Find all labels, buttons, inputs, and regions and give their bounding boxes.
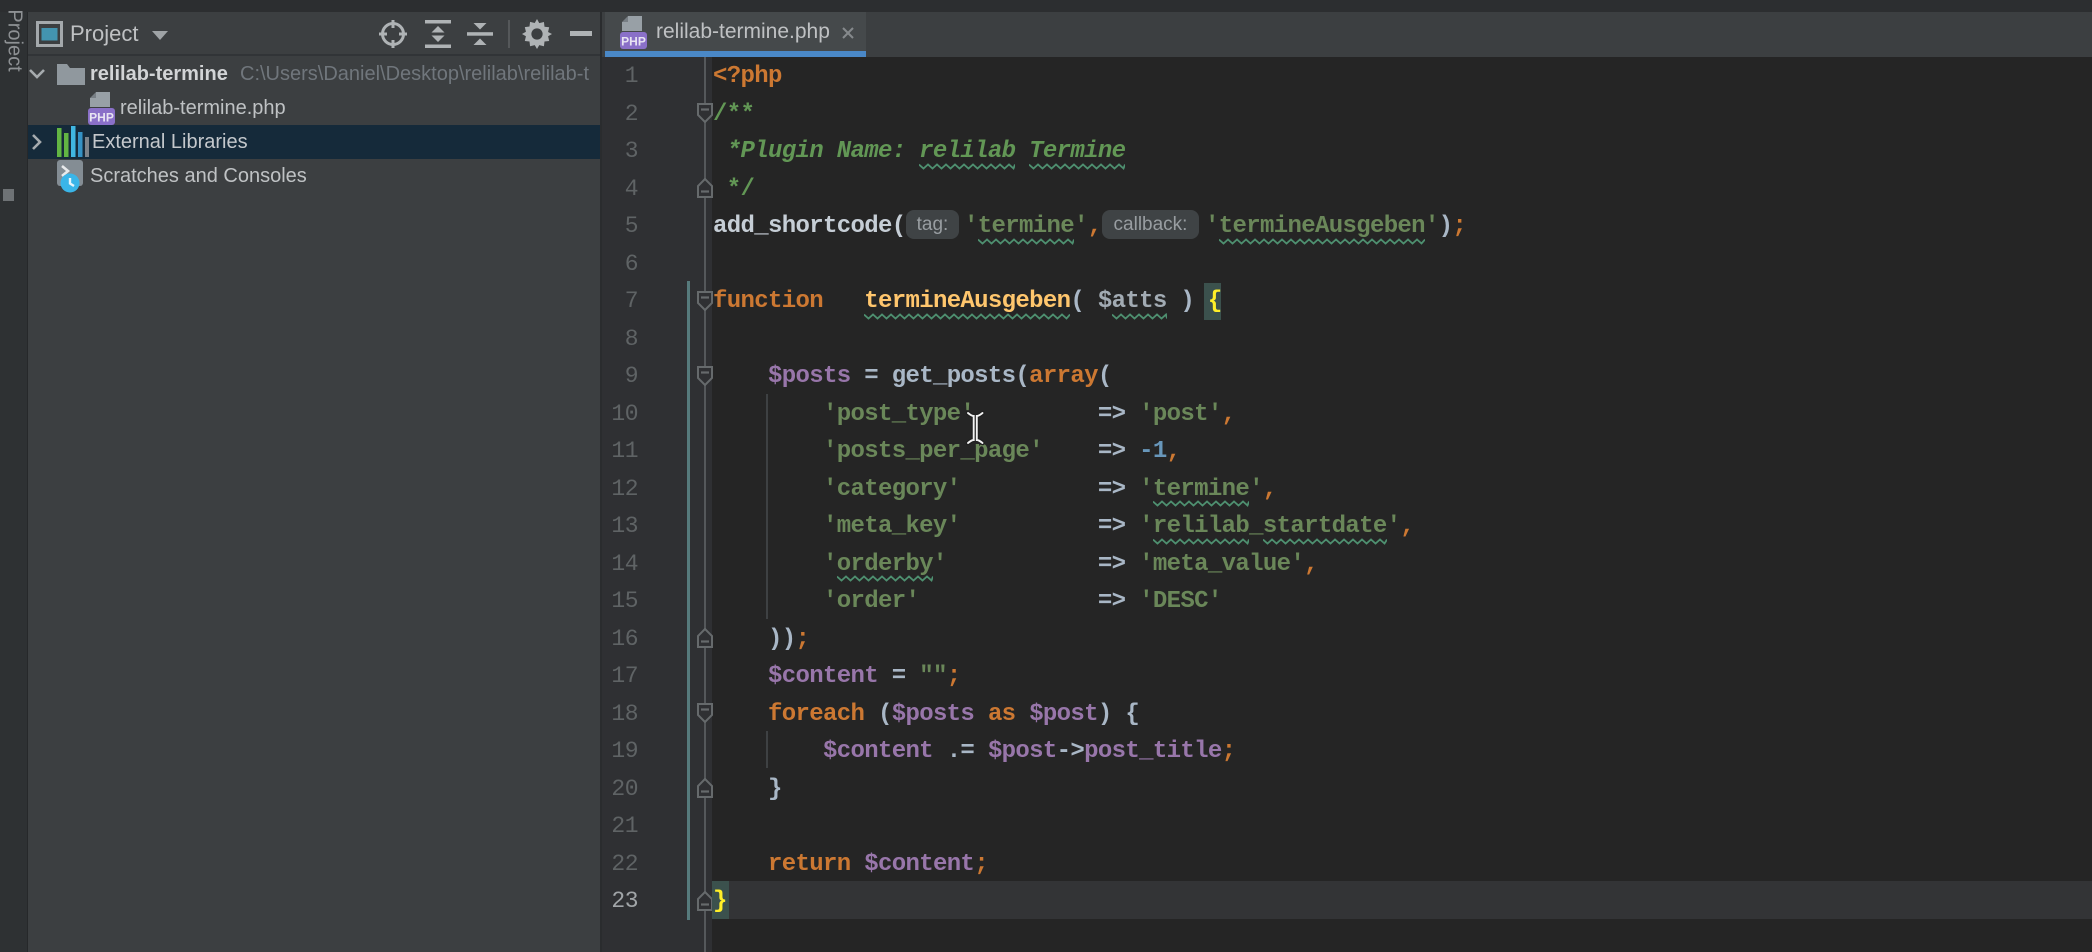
svg-text:PHP: PHP <box>621 35 646 49</box>
svg-text:PHP: PHP <box>89 111 114 125</box>
